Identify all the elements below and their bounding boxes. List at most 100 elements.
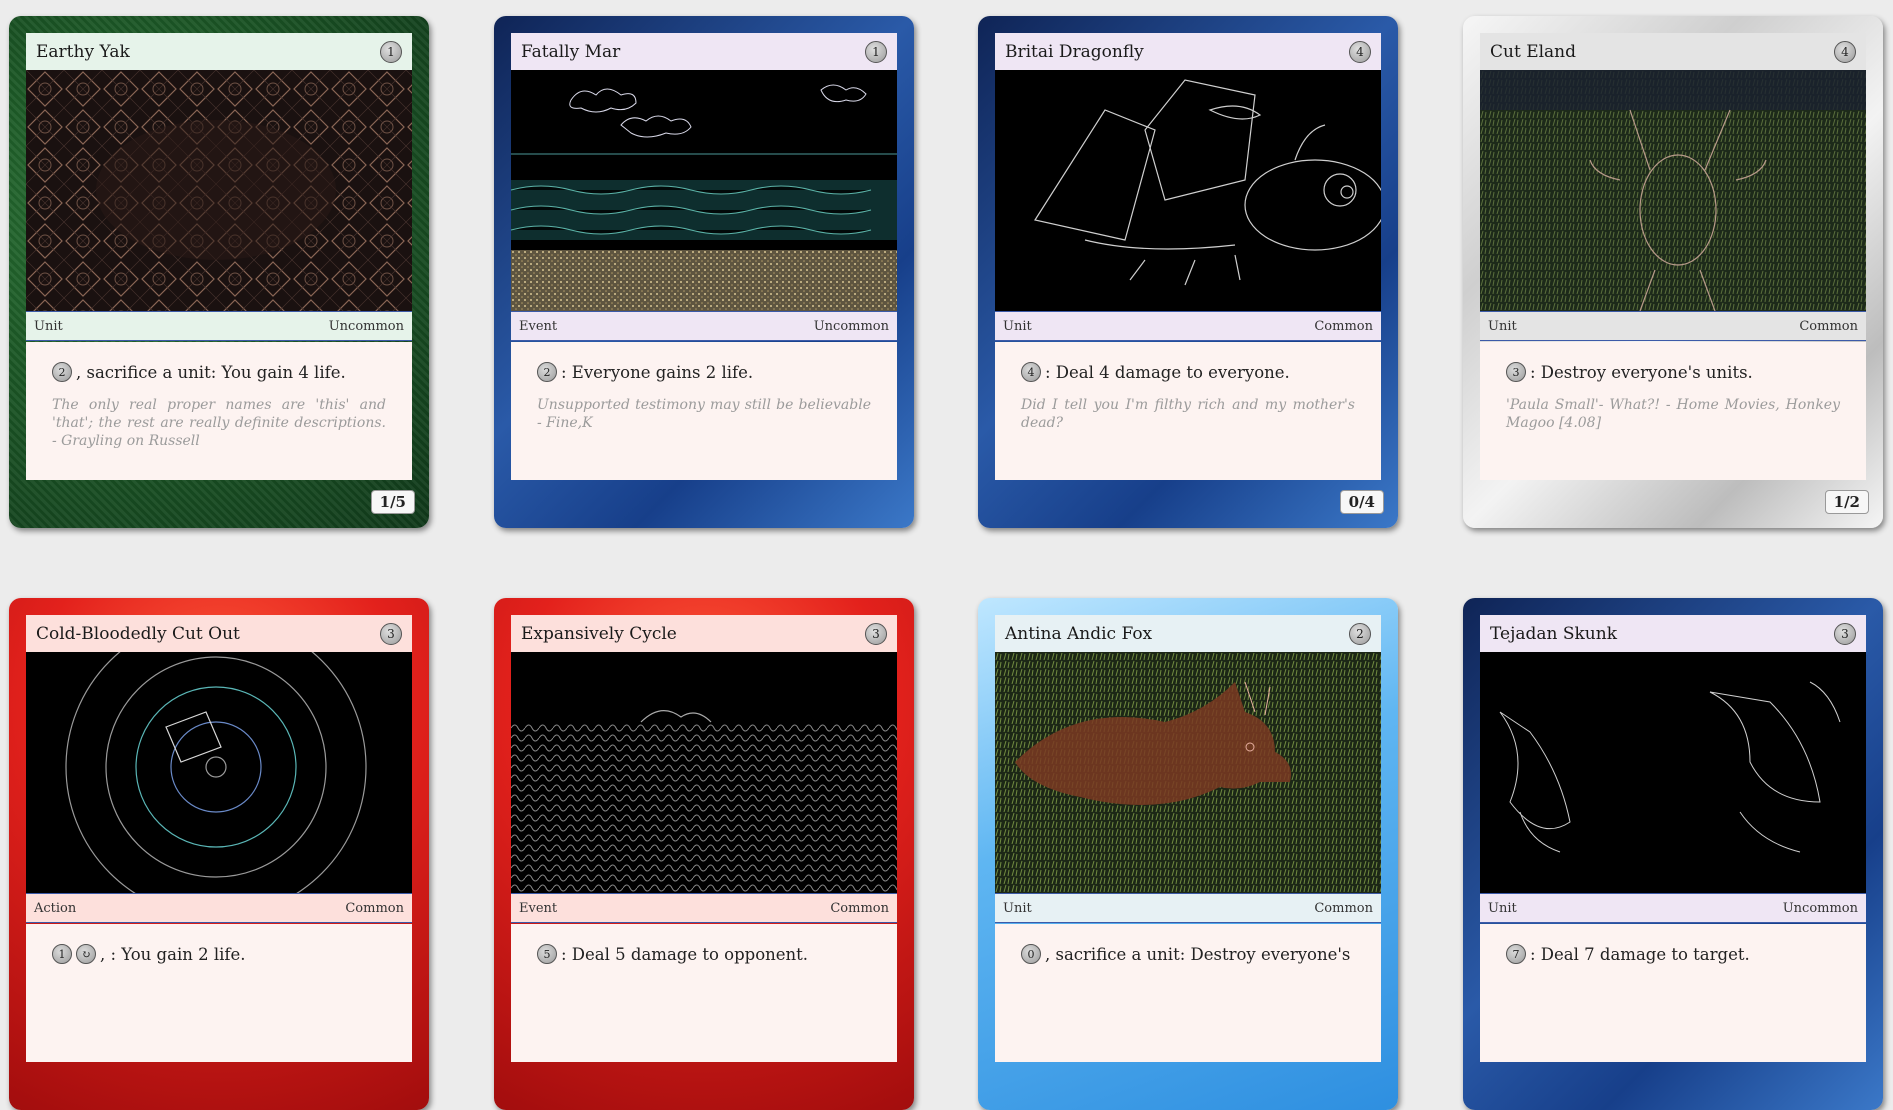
flavor-text: 'Paula Small'- What?! - Home Movies, Hon… — [1506, 397, 1840, 432]
card-tejadan-skunk[interactable]: Tejadan Skunk 3 Unit Uncommon 7 : Deal 7… — [1463, 598, 1883, 1110]
card-type: Unit — [1488, 900, 1517, 916]
card-type: Unit — [1003, 900, 1032, 916]
yak-art-image — [26, 70, 412, 311]
card-rules: 0 , sacrifice a unit: Destroy everyone's — [1021, 944, 1355, 964]
tap-symbol-icon: ↻ — [76, 944, 96, 964]
card-rarity: Uncommon — [813, 318, 889, 334]
card-rules: 2 : Everyone gains 2 life. — [537, 362, 871, 382]
card-type: Unit — [1488, 318, 1517, 334]
card-rules: 4 : Deal 4 damage to everyone. — [1021, 362, 1355, 382]
card-type: Unit — [34, 318, 63, 334]
foliage-art-image — [511, 652, 897, 893]
card-rules: 5 : Deal 5 damage to opponent. — [537, 944, 871, 964]
card-title-bar: Expansively Cycle 3 — [511, 615, 897, 652]
card-britai-dragonfly[interactable]: Britai Dragonfly 4 Unit Common 4 : Deal … — [978, 16, 1398, 528]
card-type-bar: Unit Uncommon — [26, 311, 412, 341]
cost-symbol-icon: 4 — [1021, 362, 1041, 382]
fox-art-image — [995, 652, 1381, 893]
card-art — [995, 70, 1381, 311]
seascape-art-image — [511, 70, 897, 311]
card-cold-bloodedly-cut-out[interactable]: Cold-Bloodedly Cut Out 3 Action Common 1… — [9, 598, 429, 1110]
cost-icon: 3 — [1834, 622, 1856, 645]
card-rarity: Common — [1799, 318, 1858, 334]
card-type: Unit — [1003, 318, 1032, 334]
card-earthy-yak[interactable]: Earthy Yak 1 Unit Uncommon 2 , sacrifice… — [9, 16, 429, 528]
card-text-box: 5 : Deal 5 damage to opponent. — [511, 924, 897, 1062]
card-title-bar: Antina Andic Fox 2 — [995, 615, 1381, 652]
card-name: Fatally Mar — [521, 41, 621, 62]
cost-icon: 1 — [865, 40, 887, 63]
card-title-bar: Cut Eland 4 — [1480, 33, 1866, 70]
flavor-text: Unsupported testimony may still be belie… — [537, 397, 871, 432]
power-toughness-badge: 1/5 — [370, 490, 415, 514]
cost-symbol-icon: 0 — [1021, 944, 1041, 964]
card-expansively-cycle[interactable]: Expansively Cycle 3 Event Common 5 : Dea… — [494, 598, 914, 1110]
rules-text: : Deal 4 damage to everyone. — [1045, 362, 1290, 382]
card-title-bar: Tejadan Skunk 3 — [1480, 615, 1866, 652]
cost-icon: 2 — [1349, 622, 1371, 645]
card-rarity: Common — [1314, 900, 1373, 916]
card-cut-eland[interactable]: Cut Eland 4 Unit Common 3: Destroy ever… — [1463, 16, 1883, 528]
dragonfly-art-image — [995, 70, 1381, 311]
rules-text: , sacrifice a unit: You gain 4 life. — [76, 362, 346, 382]
power-toughness-badge: 0/4 — [1339, 490, 1384, 514]
card-text-box: 3 : Destroy everyone's units. 'Paula Sma… — [1480, 342, 1866, 480]
rules-text: , sacrifice a unit: Destroy everyone's — [1045, 944, 1351, 964]
card-text-box: 1 ↻ , : You gain 2 life. — [26, 924, 412, 1062]
card-art — [995, 652, 1381, 893]
card-rarity: Common — [345, 900, 404, 916]
cost-symbol-icon: 5 — [537, 944, 557, 964]
card-text-box: 2 , sacrifice a unit: You gain 4 life. T… — [26, 342, 412, 480]
cost-symbol-icon: 2 — [537, 362, 557, 382]
card-type: Event — [519, 900, 558, 916]
card-type-bar: Event Common — [511, 893, 897, 923]
card-art — [1480, 652, 1866, 893]
card-art — [511, 70, 897, 311]
card-type-bar: Unit Common — [995, 893, 1381, 923]
rules-text: : Deal 7 damage to target. — [1530, 944, 1750, 964]
card-art — [1480, 70, 1866, 311]
rules-text: : Deal 5 damage to opponent. — [561, 944, 809, 964]
cost-icon: 3 — [380, 622, 402, 645]
power-toughness-badge: 1/2 — [1824, 490, 1869, 514]
card-rarity: Uncommon — [1782, 900, 1858, 916]
card-rarity: Uncommon — [328, 318, 404, 334]
card-antina-andic-fox[interactable]: Antina Andic Fox 2 Unit Common 0 , sacri… — [978, 598, 1398, 1110]
cost-symbol-icon: 7 — [1506, 944, 1526, 964]
card-rules: 3 : Destroy everyone's units. — [1506, 362, 1840, 382]
card-name: Cut Eland — [1490, 41, 1577, 62]
eland-art-image — [1480, 70, 1866, 311]
card-name: Expansively Cycle — [521, 623, 677, 644]
card-rarity: Common — [830, 900, 889, 916]
card-type-bar: Event Uncommon — [511, 311, 897, 341]
rules-text: , : You gain 2 life. — [100, 944, 246, 964]
rules-text: : Everyone gains 2 life. — [561, 362, 754, 382]
card-fatally-mar[interactable]: Fatally Mar 1 Event Uncommon 2: Everyon… — [494, 16, 914, 528]
card-text-box: 0 , sacrifice a unit: Destroy everyone's — [995, 924, 1381, 1062]
card-art — [511, 652, 897, 893]
flavor-text: Did I tell you I'm filthy rich and my mo… — [1021, 397, 1355, 432]
card-rules: 7 : Deal 7 damage to target. — [1506, 944, 1840, 964]
card-art — [26, 652, 412, 893]
card-type-bar: Unit Uncommon — [1480, 893, 1866, 923]
card-type-bar: Action Common — [26, 893, 412, 923]
cost-symbol-icon: 2 — [52, 362, 72, 382]
card-text-box: 7 : Deal 7 damage to target. — [1480, 924, 1866, 1062]
card-type: Action — [34, 900, 77, 916]
card-name: Cold-Bloodedly Cut Out — [36, 623, 240, 644]
card-type-bar: Unit Common — [995, 311, 1381, 341]
skunk-art-image — [1480, 652, 1866, 893]
cost-symbol-icon: 1 — [52, 944, 72, 964]
card-title-bar: Cold-Bloodedly Cut Out 3 — [26, 615, 412, 652]
card-name: Earthy Yak — [36, 41, 130, 62]
cost-icon: 4 — [1349, 40, 1371, 63]
card-title-bar: Fatally Mar 1 — [511, 33, 897, 70]
card-type-bar: Unit Common — [1480, 311, 1866, 341]
cost-symbol-icon: 3 — [1506, 362, 1526, 382]
cost-icon: 3 — [865, 622, 887, 645]
card-rules: 2 , sacrifice a unit: You gain 4 life. — [52, 362, 386, 382]
cost-icon: 1 — [380, 40, 402, 63]
cost-icon: 4 — [1834, 40, 1856, 63]
card-name: Antina Andic Fox — [1005, 623, 1153, 644]
card-art — [26, 70, 412, 311]
